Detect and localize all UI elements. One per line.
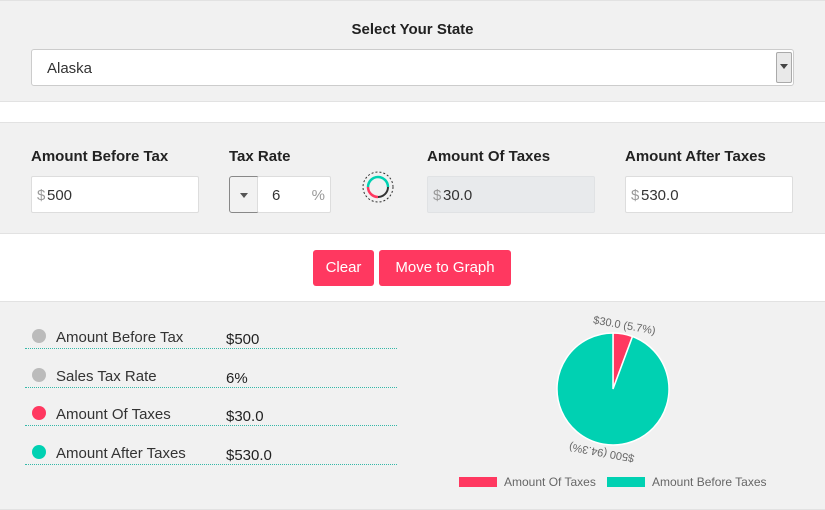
pie-chart: $30.0 (5.7%)$500 (94.3%)Amount Of Taxes A… [459, 314, 767, 489]
result-value: $530.0 [226, 447, 272, 464]
amount-of-taxes-value: 30.0 [443, 187, 473, 204]
state-title: Select Your State [351, 21, 474, 38]
result-row-sales-tax-rate: Sales Tax Rate 6% [25, 350, 397, 388]
move-to-graph-button[interactable]: Move to Graph [379, 250, 511, 286]
tax-rate-dropdown-button[interactable] [229, 176, 258, 213]
result-value: 6% [226, 370, 248, 387]
legend-dot [32, 368, 46, 382]
amount-before-tax-input[interactable]: $ 500 [31, 176, 199, 213]
legend-label-1: Amount Of Taxes [504, 475, 596, 489]
result-value: $500 [226, 331, 260, 348]
pie-slice-2 [556, 332, 670, 446]
tax-rate-input[interactable]: 6 % [257, 176, 331, 213]
result-label: Sales Tax Rate [56, 368, 157, 385]
currency-symbol: $ [433, 187, 442, 204]
result-label: Amount After Taxes [56, 445, 186, 462]
state-select[interactable]: Alaska [31, 49, 794, 86]
legend-dot [32, 445, 46, 459]
amount-before-tax-value: 500 [47, 187, 73, 204]
percent-symbol: % [311, 187, 325, 204]
result-label: Amount Of Taxes [56, 406, 171, 423]
legend-swatch-2 [607, 477, 645, 487]
tax-rate-value: 6 [272, 187, 281, 204]
chevron-down-icon[interactable] [776, 52, 792, 83]
amount-of-taxes-label: Amount Of Taxes [427, 148, 551, 165]
amount-of-taxes-output: $ 30.0 [427, 176, 595, 213]
result-row-amount-after-taxes: Amount After Taxes $530.0 [25, 427, 397, 465]
currency-symbol: $ [37, 187, 46, 204]
amount-after-taxes-input[interactable]: $ 530.0 [625, 176, 793, 213]
legend-swatch-1 [459, 477, 497, 487]
result-row-amount-before-tax: Amount Before Tax $500 [25, 311, 397, 349]
state-panel: Select Your State Alaska [0, 0, 825, 102]
clear-button[interactable]: Clear [313, 250, 374, 286]
legend-dot [32, 406, 46, 420]
state-select-value: Alaska [47, 60, 93, 77]
legend-label-2: Amount Before Taxes [652, 475, 767, 489]
result-row-amount-of-taxes: Amount Of Taxes $30.0 [25, 388, 397, 426]
result-label: Amount Before Tax [56, 329, 184, 346]
legend-dot [32, 329, 46, 343]
amount-after-taxes-label: Amount After Taxes [625, 148, 766, 165]
result-value: $30.0 [226, 408, 264, 425]
amount-before-tax-label: Amount Before Tax [31, 148, 169, 165]
tax-rate-label: Tax Rate [229, 148, 291, 165]
amount-after-taxes-value: 530.0 [641, 187, 679, 204]
caret-down-icon [240, 193, 248, 198]
loading-spinner-icon [362, 171, 394, 203]
currency-symbol: $ [631, 187, 640, 204]
calculator-panel: Amount Before Tax $ 500 Tax Rate 6 % Amo… [0, 122, 825, 234]
